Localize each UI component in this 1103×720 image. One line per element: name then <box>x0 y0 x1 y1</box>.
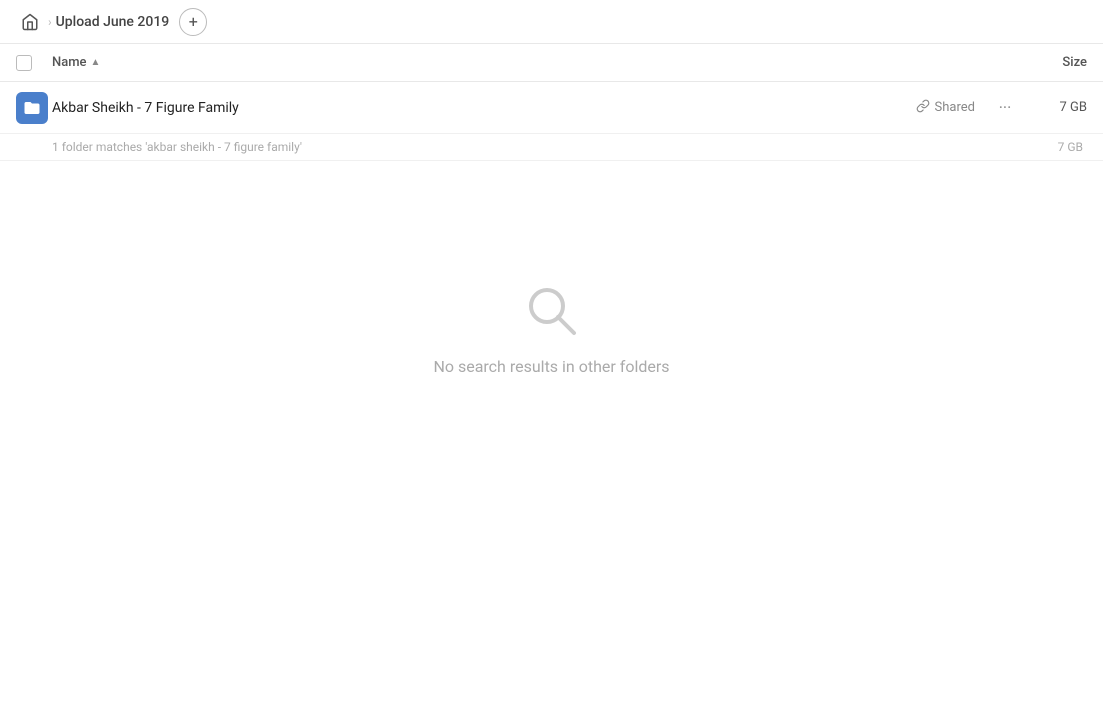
sort-arrow-icon: ▲ <box>91 57 101 68</box>
breadcrumb-separator: › <box>48 15 52 29</box>
search-large-icon <box>522 281 582 341</box>
breadcrumb-item[interactable]: Upload June 2019 <box>56 14 170 30</box>
no-results-section: No search results in other folders <box>0 161 1103 376</box>
file-size: 7 GB <box>1027 100 1087 115</box>
breadcrumb-bar: › Upload June 2019 + <box>0 0 1103 44</box>
folder-icon <box>16 92 48 124</box>
match-count-row: 1 folder matches 'akbar sheikh - 7 figur… <box>0 134 1103 161</box>
home-button[interactable] <box>16 8 44 36</box>
add-button[interactable]: + <box>179 8 207 36</box>
select-all-checkbox[interactable] <box>16 55 32 71</box>
match-size: 7 GB <box>1058 140 1083 154</box>
match-text: 1 folder matches 'akbar sheikh - 7 figur… <box>52 140 302 154</box>
shared-badge: Shared <box>916 99 975 117</box>
no-results-text: No search results in other folders <box>433 357 669 376</box>
link-icon <box>916 99 930 117</box>
file-name: Akbar Sheikh - 7 Figure Family <box>52 100 916 116</box>
table-row[interactable]: Akbar Sheikh - 7 Figure Family Shared ··… <box>0 82 1103 134</box>
table-header: Name ▲ Size <box>0 44 1103 82</box>
more-options-button[interactable]: ··· <box>991 94 1019 122</box>
size-column-header: Size <box>1007 55 1087 70</box>
name-column-header[interactable]: Name ▲ <box>52 55 1007 70</box>
